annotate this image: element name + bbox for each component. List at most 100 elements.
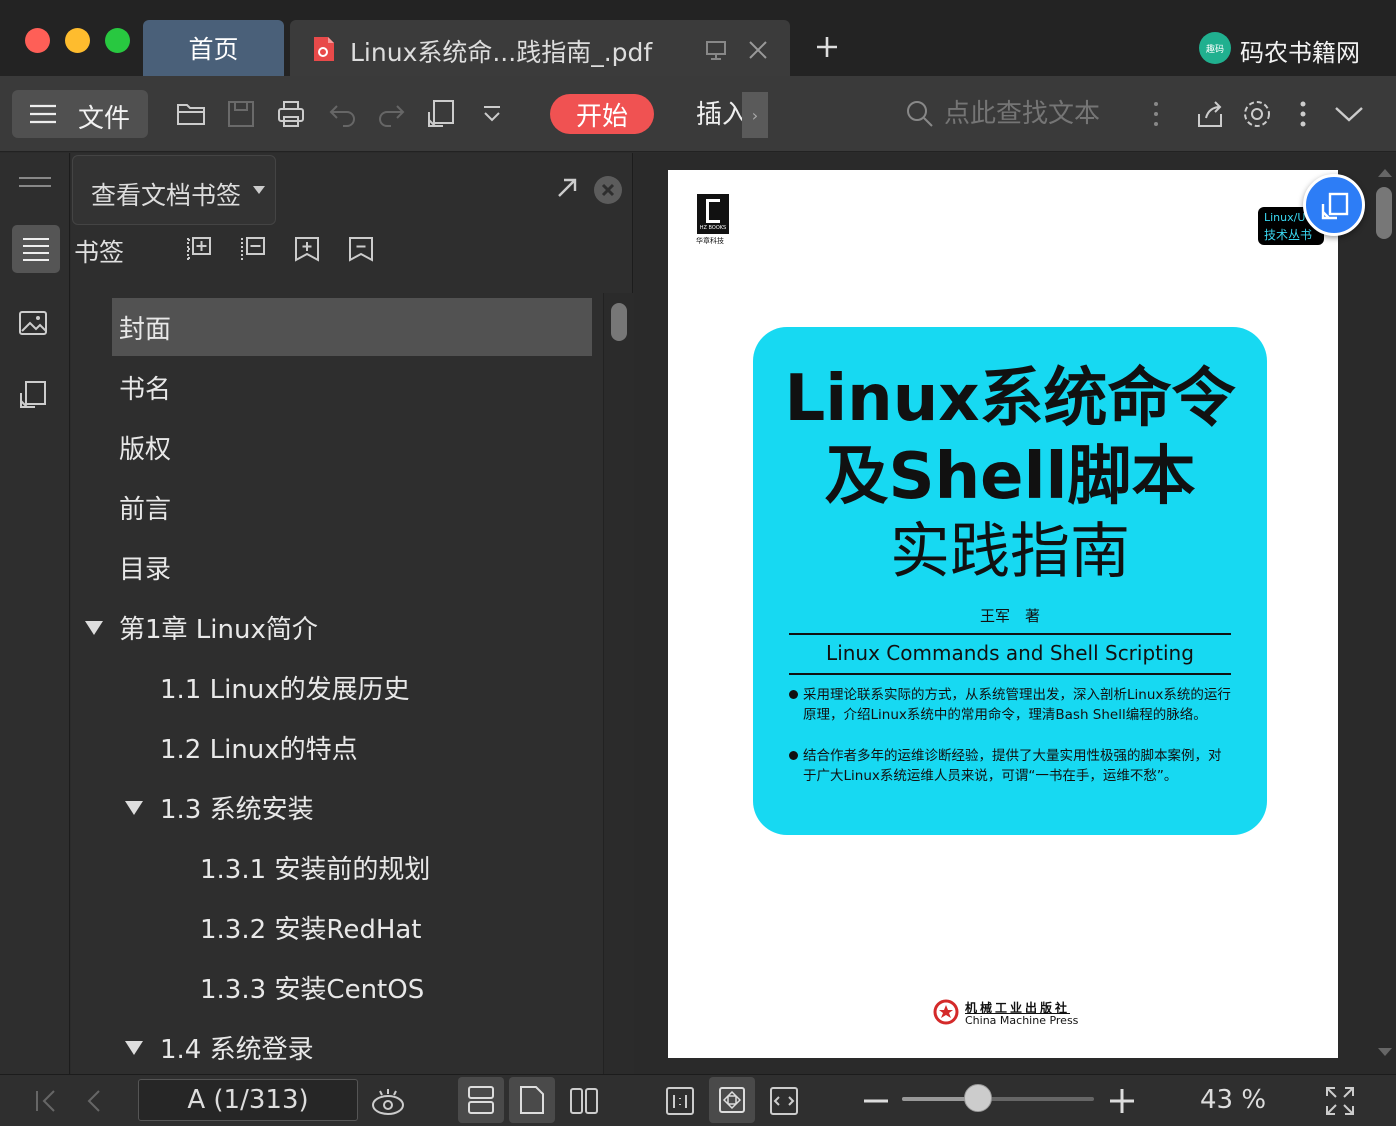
close-window-button[interactable]	[25, 28, 50, 53]
close-panel-button[interactable]	[594, 176, 622, 204]
more-vertical-icon[interactable]	[1287, 98, 1319, 130]
print-icon[interactable]	[275, 98, 307, 130]
file-menu-button[interactable]: 文件	[12, 90, 148, 138]
zoom-percent: 43 %	[1200, 1085, 1267, 1115]
cover-bullet-2: 结合作者多年的运维诊断经验，提供了大量实用性极强的脚本案例，对于广大Linux系…	[803, 748, 1222, 784]
bookmark-item[interactable]: 1.3.1 安装前的规划	[200, 838, 430, 896]
close-icon	[601, 183, 615, 197]
bookmark-item[interactable]: 封面	[119, 298, 171, 356]
cover-bullet-1: 采用理论联系实际的方式，从系统管理出发，深入剖析Linux系统的运行原理，介绍L…	[803, 687, 1231, 723]
minimize-window-button[interactable]	[65, 28, 90, 53]
gear-icon[interactable]	[1241, 98, 1273, 130]
bookmark-item[interactable]: 1.3 系统安装	[160, 778, 314, 836]
eye-protection-icon[interactable]	[370, 1085, 406, 1117]
delete-bookmark-icon[interactable]	[347, 235, 375, 263]
tab-home[interactable]: 首页	[143, 20, 284, 76]
bookmark-item[interactable]: 1.4 系统登录	[160, 1018, 314, 1076]
expand-triangle-icon[interactable]	[85, 621, 103, 635]
bookmark-scrollbar-thumb[interactable]	[611, 303, 627, 341]
first-page-icon[interactable]	[30, 1085, 62, 1117]
fit-page-button[interactable]	[709, 1077, 755, 1123]
redo-icon[interactable]	[375, 98, 407, 130]
fit-page-icon	[719, 1087, 745, 1113]
bookmark-item[interactable]: 1.3.2 安装RedHat	[200, 898, 422, 956]
pop-out-arrow-icon[interactable]	[556, 177, 578, 199]
search-icon[interactable]	[904, 98, 936, 130]
cover-rule-top	[789, 633, 1231, 635]
brand-logo: 趣码	[1199, 32, 1231, 64]
zoom-in-icon[interactable]	[1106, 1085, 1138, 1117]
bookmarks-panel-button[interactable]	[12, 225, 60, 273]
search-input[interactable]	[944, 96, 1134, 132]
add-bookmark-icon[interactable]	[185, 235, 213, 263]
two-page-icon[interactable]	[568, 1085, 600, 1117]
cover-title-panel: Linux系统命令 及Shell脚本 实践指南 王军 著 Linux Comma…	[753, 327, 1267, 835]
expand-triangle-icon[interactable]	[125, 801, 143, 815]
main-toolbar: 文件 开始 插入 ›	[0, 76, 1396, 152]
tab-document[interactable]: Linux系统命...践指南_.pdf	[290, 20, 790, 76]
zoom-slider-thumb[interactable]	[963, 1084, 992, 1112]
chevron-down-icon[interactable]	[1333, 98, 1365, 130]
viewer-scrollbar-thumb[interactable]	[1376, 187, 1392, 239]
thumbnail-image-icon[interactable]	[18, 309, 48, 337]
export-image-icon[interactable]	[425, 98, 457, 130]
expand-triangle-icon[interactable]	[125, 1041, 143, 1055]
maximize-window-button[interactable]	[105, 28, 130, 53]
book-author: 王军 著	[979, 607, 1040, 625]
new-tab-plus-icon[interactable]	[814, 34, 840, 60]
bookmark-item[interactable]: 1.1 Linux的发展历史	[160, 658, 410, 716]
bookmark-item[interactable]: 1.2 Linux的特点	[160, 718, 358, 776]
book-title-line3: 实践指南	[890, 517, 1130, 587]
monitor-icon[interactable]	[704, 38, 728, 62]
status-bar: A (1/313) 43 %	[0, 1074, 1396, 1126]
sidebar-rail	[0, 153, 70, 1074]
share-icon[interactable]	[1194, 98, 1226, 130]
floating-convert-button[interactable]	[1303, 174, 1365, 236]
open-folder-icon[interactable]	[175, 98, 207, 130]
single-page-icon	[520, 1086, 544, 1114]
pdf-icon	[314, 37, 334, 61]
scroll-down-arrow-icon[interactable]	[1378, 1048, 1392, 1058]
remove-bookmark-icon[interactable]	[239, 235, 267, 263]
tab-document-label: Linux系统命...践指南_.pdf	[350, 38, 653, 67]
export-icon[interactable]	[17, 379, 49, 411]
china-machine-press-logo-icon	[933, 999, 959, 1025]
book-english-title: Linux Commands and Shell Scripting	[826, 641, 1194, 665]
bullet-dot	[789, 751, 798, 760]
bookmark-scrollbar-track[interactable]	[603, 293, 633, 1074]
bookmarks-heading: 书签	[74, 238, 125, 267]
bookmark-panel: 查看文档书签 书签 封面 书名 版权 前言 目录 第1章 Linux简介 1.1…	[71, 153, 633, 1074]
undo-icon[interactable]	[327, 98, 359, 130]
file-menu-label: 文件	[78, 104, 131, 134]
page-number-field[interactable]: A (1/313)	[138, 1079, 358, 1121]
bookmark-item[interactable]: 版权	[119, 418, 171, 476]
continuous-view-icon	[468, 1086, 494, 1114]
ribbon-scroll-right-button[interactable]: ›	[742, 92, 768, 138]
close-icon[interactable]	[746, 38, 770, 62]
actual-size-icon[interactable]	[664, 1085, 696, 1117]
fullscreen-icon[interactable]	[1324, 1085, 1356, 1117]
save-icon[interactable]	[225, 98, 257, 130]
vertical-dots-icon[interactable]	[1140, 98, 1172, 130]
bookmark-item[interactable]: 1.3.3 安装CentOS	[200, 958, 424, 1016]
zoom-out-icon[interactable]	[860, 1085, 892, 1117]
scroll-up-arrow-icon[interactable]	[1378, 167, 1392, 177]
bookmark-item[interactable]: 目录	[119, 538, 171, 596]
book-title-line2: 及Shell脚本	[824, 440, 1196, 514]
bookmark-selected-highlight	[112, 298, 592, 356]
tab-home-label: 首页	[188, 35, 239, 64]
bookmark-view-dropdown[interactable]: 查看文档书签	[72, 155, 276, 225]
bookmark-item[interactable]: 第1章 Linux简介	[119, 598, 318, 656]
fit-width-icon[interactable]	[768, 1085, 800, 1117]
hz-books-logo: HZ BOOKS	[697, 194, 729, 234]
continuous-scroll-button[interactable]	[458, 1077, 504, 1123]
bookmark-item[interactable]: 前言	[119, 478, 171, 536]
tab-start[interactable]: 开始	[550, 94, 654, 134]
insert-bookmark-icon[interactable]	[293, 235, 321, 263]
tab-insert[interactable]: 插入	[696, 94, 742, 136]
collapse-panel-icon[interactable]	[18, 175, 52, 189]
single-page-button[interactable]	[509, 1077, 555, 1123]
previous-page-icon[interactable]	[78, 1085, 110, 1117]
bookmark-item[interactable]: 书名	[119, 358, 171, 416]
more-dropdown-icon[interactable]	[476, 98, 508, 130]
